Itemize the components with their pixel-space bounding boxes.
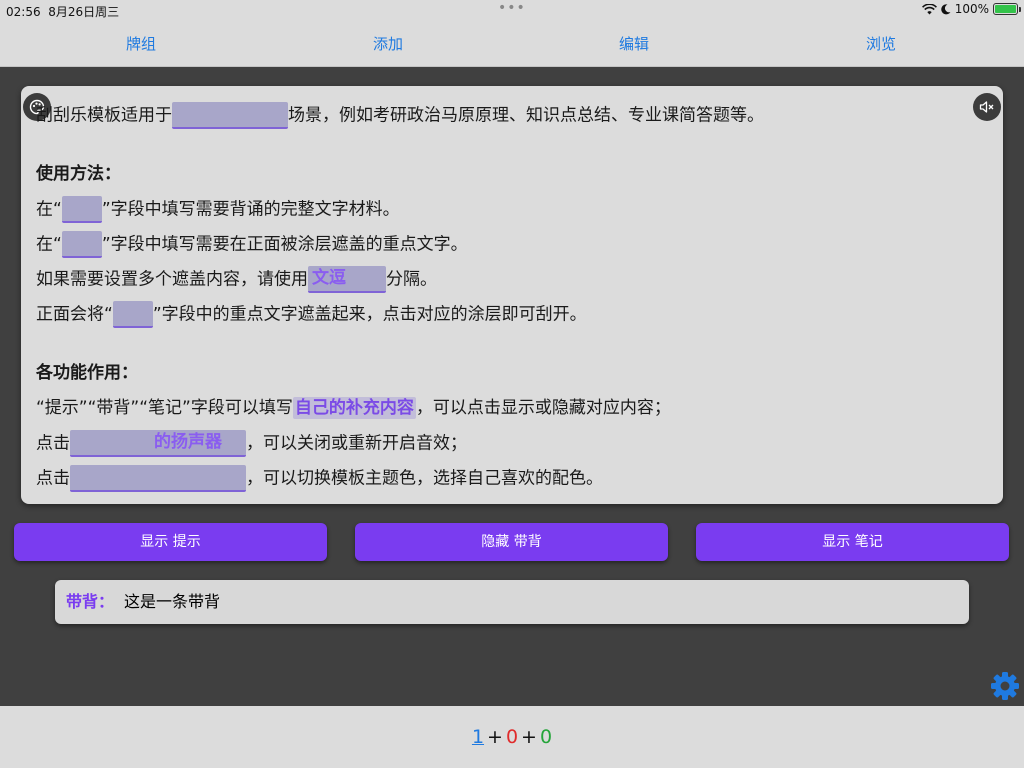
scratch-mask[interactable] bbox=[61, 196, 102, 223]
scratch-mask[interactable] bbox=[112, 301, 153, 328]
battery-percent: 100% bbox=[954, 2, 989, 16]
features-heading: 各功能作用： bbox=[36, 363, 138, 383]
usage-line-1: 在“ ”字段中填写需要背诵的完整文字材料。 bbox=[36, 196, 966, 231]
usage-heading: 使用方法： bbox=[36, 164, 121, 184]
nav-add[interactable]: 添加 bbox=[348, 33, 428, 54]
card-text: 刮刮乐模板适用于 场景，例如考研政治马原原理、知识点总结、专业课简答题等。 使用方… bbox=[36, 102, 966, 500]
nav-decks[interactable]: 牌组 bbox=[101, 33, 181, 54]
plus-sign: + bbox=[521, 726, 537, 748]
scratch-mask-partial[interactable]: 文逗 bbox=[308, 266, 386, 293]
moon-icon bbox=[940, 3, 951, 14]
wifi-icon bbox=[921, 3, 937, 14]
feature-line-3: 点击 ，可以切换模板主题色，选择自己喜欢的配色。 bbox=[36, 465, 966, 500]
scratch-mask[interactable] bbox=[172, 102, 288, 129]
battery-fill bbox=[995, 5, 1016, 13]
usage-line-3: 如果需要设置多个遮盖内容，请使用 文逗 分隔。 bbox=[36, 266, 966, 301]
status-bar: 02:56 8月26日周三 ••• 100% bbox=[0, 0, 1024, 20]
intro-line: 刮刮乐模板适用于 场景，例如考研政治马原原理、知识点总结、专业课简答题等。 bbox=[36, 102, 966, 137]
status-right: 100% bbox=[921, 2, 1021, 16]
multitasking-dots-icon[interactable]: ••• bbox=[498, 0, 526, 16]
status-time: 02:56 8月26日周三 bbox=[6, 5, 120, 19]
backing-text: 这是一条带背 bbox=[124, 592, 221, 611]
plus-sign: + bbox=[487, 726, 503, 748]
scratch-mask-partial[interactable]: 的扬声器 bbox=[70, 430, 246, 457]
scratch-mask[interactable] bbox=[61, 231, 102, 258]
nav-bar: 牌组 添加 编辑 浏览 bbox=[0, 20, 1024, 67]
speaker-mute-icon bbox=[979, 101, 994, 113]
backing-panel: 带背： 这是一条带背 bbox=[55, 580, 969, 624]
bottom-bar: 1 +0 +0 bbox=[0, 706, 1024, 768]
hide-backing-button[interactable]: 隐藏 带背 bbox=[355, 523, 668, 561]
usage-line-2: 在“ ”字段中填写需要在正面被涂层遮盖的重点文字。 bbox=[36, 231, 966, 266]
nav-browse[interactable]: 浏览 bbox=[841, 33, 921, 54]
field-highlight: 自己的补充内容 bbox=[292, 397, 416, 419]
backing-label: 带背： bbox=[66, 592, 115, 611]
battery-icon bbox=[993, 3, 1021, 15]
scratch-mask[interactable] bbox=[70, 465, 246, 492]
nav-edit[interactable]: 编辑 bbox=[594, 33, 674, 54]
feature-line-1: “提示”“带背”“笔记”字段可以填写 自己的补充内容 ，可以点击显示或隐藏对应内容； bbox=[36, 397, 671, 419]
card: 刮刮乐模板适用于 场景，例如考研政治马原原理、知识点总结、专业课简答题等。 使用方… bbox=[21, 86, 1003, 504]
learning-count: 0 bbox=[505, 726, 519, 748]
show-hint-button[interactable]: 显示 提示 bbox=[14, 523, 327, 561]
review-count: 0 bbox=[539, 726, 553, 748]
new-count: 1 bbox=[471, 726, 485, 748]
gear-icon[interactable] bbox=[989, 670, 1021, 702]
usage-line-4: 正面会将“ ”字段中的重点文字遮盖起来，点击对应的涂层即可刮开。 bbox=[36, 301, 966, 336]
mute-button[interactable] bbox=[973, 93, 1001, 121]
due-counts: 1 +0 +0 bbox=[0, 726, 1024, 748]
feature-line-2: 点击 的扬声器 ，可以关闭或重新开启音效； bbox=[36, 430, 966, 465]
show-notes-button[interactable]: 显示 笔记 bbox=[696, 523, 1009, 561]
